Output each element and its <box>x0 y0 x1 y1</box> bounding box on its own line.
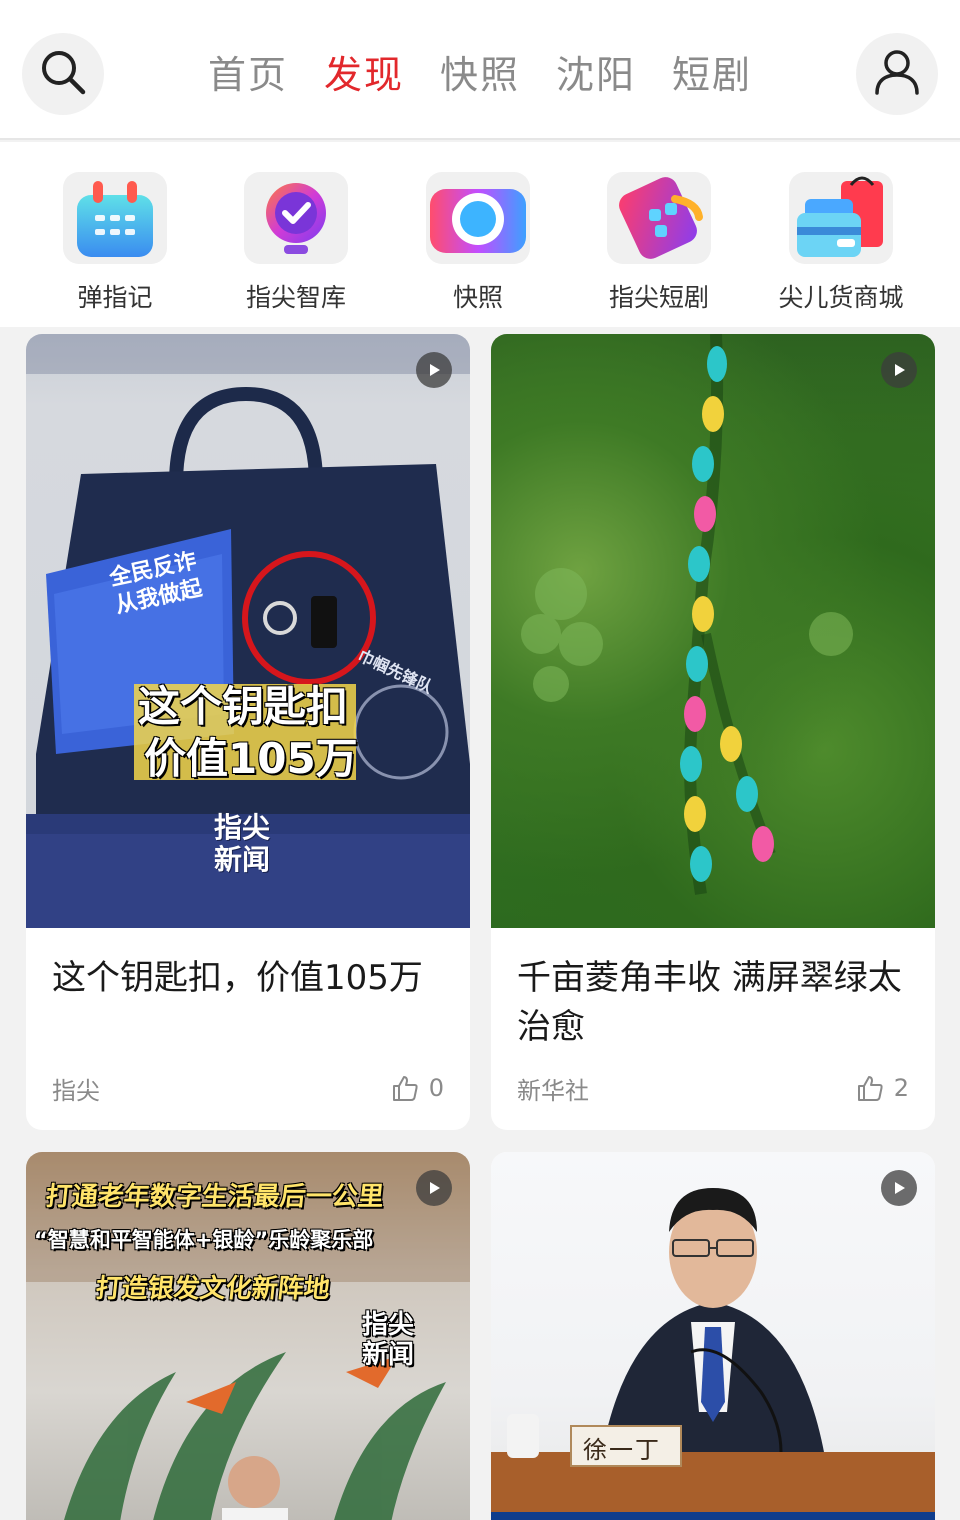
like-button[interactable]: 0 <box>391 1074 444 1102</box>
like-count: 2 <box>893 1074 909 1102</box>
tab-shenyang[interactable]: 沈阳 <box>556 40 636 110</box>
cover-brand-watermark: 指尖 新闻 <box>214 811 271 876</box>
card-cover-image: 徐一丁 <box>491 1152 935 1520</box>
play-icon <box>430 1182 440 1194</box>
thumbs-up-icon <box>392 1076 418 1101</box>
tab-discover[interactable]: 发现 <box>324 40 404 110</box>
like-button[interactable]: 2 <box>856 1074 909 1102</box>
card-cover-image <box>491 334 935 928</box>
user-icon <box>872 47 922 101</box>
card-meta: 新华社 2 <box>517 1070 909 1106</box>
quick-entry-snapshot[interactable]: 快照 <box>393 172 563 314</box>
cover-caption-line1: 打通老年数字生活最后一公里 <box>44 1182 386 1212</box>
quick-entry-short-drama[interactable]: 指尖短剧 <box>574 172 744 314</box>
play-icon <box>430 364 440 376</box>
channel-tabs: 首页 发现 快照 沈阳 短剧 <box>200 40 760 110</box>
cover-nameplate: 徐一丁 <box>583 1438 661 1464</box>
cover-brand-watermark: 指尖 新闻 <box>362 1310 415 1370</box>
cover-caption-line3: 打造银发文化新阵地 <box>94 1274 332 1304</box>
cover-caption-line1: 这个钥匙扣 <box>138 682 349 731</box>
cover-caption-line2: 价值105万 <box>144 734 358 783</box>
card-source: 指尖 <box>52 1076 100 1105</box>
like-count: 0 <box>428 1074 444 1102</box>
card-meta: 指尖 0 <box>52 1070 444 1106</box>
quick-entry-label: 指尖短剧 <box>608 283 709 312</box>
play-icon <box>895 1182 905 1194</box>
camera-app-icon <box>426 172 530 264</box>
cover-caption-line2: “智慧和平智能体+银龄”乐龄聚乐部 <box>34 1228 374 1252</box>
feed-card[interactable]: 全民反诈 从我做起 巾帼先锋队 这个钥匙扣 价值105万 指尖 新闻 这个钥匙扣… <box>26 334 470 1130</box>
feed-card[interactable]: 徐一丁 <box>491 1152 935 1520</box>
card-title[interactable]: 千亩菱角丰收 满屏翠绿太治愈 <box>491 928 935 1058</box>
top-bar: 首页 发现 快照 沈阳 短剧 <box>0 0 960 140</box>
search-icon <box>39 48 87 100</box>
bulb-check-app-icon <box>244 172 348 264</box>
video-badge <box>881 352 917 388</box>
card-title[interactable]: 这个钥匙扣，价值105万 <box>26 928 470 1058</box>
video-badge <box>416 352 452 388</box>
card-cover-image: 全民反诈 从我做起 巾帼先锋队 这个钥匙扣 价值105万 指尖 新闻 <box>26 334 470 928</box>
quick-entry-bar: 弹指记 指尖智库 快照 指尖短剧 尖儿货商城 <box>0 142 960 327</box>
search-button[interactable] <box>22 33 104 115</box>
quick-entry-label: 快照 <box>452 283 503 312</box>
tablet-app-icon <box>607 172 711 264</box>
video-badge <box>881 1170 917 1206</box>
card-source: 新华社 <box>517 1076 589 1105</box>
feed-card[interactable]: 千亩菱角丰收 满屏翠绿太治愈 新华社 2 <box>491 334 935 1130</box>
card-cover-image: 打通老年数字生活最后一公里 “智慧和平智能体+银龄”乐龄聚乐部 打造银发文化新阵… <box>26 1152 470 1520</box>
shopping-bag-app-icon <box>789 172 893 264</box>
quick-entry-mall[interactable]: 尖儿货商城 <box>756 172 926 314</box>
profile-button[interactable] <box>856 33 938 115</box>
thumbs-up-icon <box>857 1076 883 1101</box>
video-badge <box>416 1170 452 1206</box>
tab-home[interactable]: 首页 <box>208 40 288 110</box>
quick-entry-label: 弹指记 <box>77 283 153 312</box>
quick-entry-zhiku[interactable]: 指尖智库 <box>211 172 381 314</box>
tab-short-drama[interactable]: 短剧 <box>672 40 752 110</box>
quick-entry-label: 指尖智库 <box>245 283 346 312</box>
play-icon <box>895 364 905 376</box>
feed-card[interactable]: 打通老年数字生活最后一公里 “智慧和平智能体+银龄”乐龄聚乐部 打造银发文化新阵… <box>26 1152 470 1520</box>
quick-entry-label: 尖儿货商城 <box>778 283 904 312</box>
tab-snapshot[interactable]: 快照 <box>440 40 520 110</box>
calendar-app-icon <box>63 172 167 264</box>
quick-entry-tanzhiji[interactable]: 弹指记 <box>30 172 200 314</box>
